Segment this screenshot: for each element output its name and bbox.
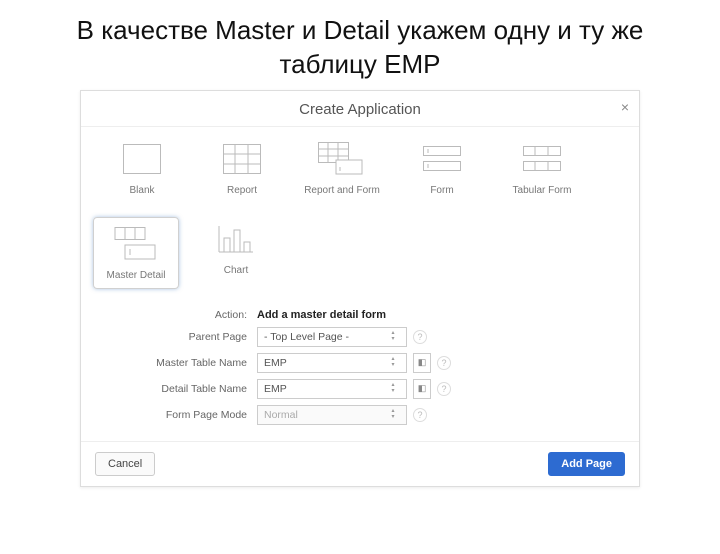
slide-title: В качестве Master и Detail укажем одну и… [30, 14, 690, 82]
row-parent-page: Parent Page - Top Level Page - ▴▾ ? [101, 327, 619, 347]
tile-label: Report and Form [299, 185, 385, 197]
stepper-icon: ▴▾ [386, 409, 400, 420]
create-application-dialog: Create Application × Blank Report Report… [80, 90, 640, 487]
tile-chart[interactable]: Chart [193, 217, 279, 289]
master-table-label: Master Table Name [101, 357, 251, 369]
tile-label: Tabular Form [499, 185, 585, 197]
tile-label: Master Detail [94, 270, 178, 282]
tile-tabular-form[interactable]: Tabular Form [499, 137, 585, 197]
form-page-mode-value: Normal [264, 406, 298, 424]
lov-button[interactable]: ◧ [413, 379, 431, 399]
form-area: Action: Add a master detail form Parent … [81, 295, 639, 442]
dialog-header: Create Application × [81, 91, 639, 127]
chart-icon [204, 217, 268, 261]
detail-table-label: Detail Table Name [101, 383, 251, 395]
help-icon[interactable]: ? [413, 408, 427, 422]
tile-label: Form [399, 185, 485, 197]
parent-page-select[interactable]: - Top Level Page - ▴▾ [257, 327, 407, 347]
help-icon[interactable]: ? [437, 356, 451, 370]
row-master-table: Master Table Name EMP ▴▾ ◧ ? [101, 353, 619, 373]
action-label: Action: [101, 309, 251, 321]
add-page-button[interactable]: Add Page [548, 452, 625, 476]
action-value: Add a master detail form [257, 309, 386, 321]
row-form-page-mode: Form Page Mode Normal ▴▾ ? [101, 405, 619, 425]
tile-label: Report [199, 185, 285, 197]
form-icon [410, 137, 474, 181]
page-type-tiles: Blank Report Report and Form Form Tabula… [81, 127, 639, 295]
report-form-icon [310, 137, 374, 181]
dialog-title: Create Application [299, 101, 421, 118]
stepper-icon: ▴▾ [386, 383, 400, 394]
tile-master-detail[interactable]: Master Detail [93, 217, 179, 289]
tile-label: Blank [99, 185, 185, 197]
close-icon[interactable]: × [621, 99, 629, 115]
tile-report[interactable]: Report [199, 137, 285, 197]
form-page-mode-select[interactable]: Normal ▴▾ [257, 405, 407, 425]
master-table-value: EMP [264, 354, 287, 372]
blank-icon [110, 137, 174, 181]
help-icon[interactable]: ? [437, 382, 451, 396]
detail-table-input[interactable]: EMP ▴▾ [257, 379, 407, 399]
stepper-icon: ▴▾ [386, 357, 400, 368]
row-detail-table: Detail Table Name EMP ▴▾ ◧ ? [101, 379, 619, 399]
tabular-form-icon [510, 137, 574, 181]
report-icon [210, 137, 274, 181]
tile-blank[interactable]: Blank [99, 137, 185, 197]
parent-page-label: Parent Page [101, 331, 251, 343]
detail-table-value: EMP [264, 380, 287, 398]
form-page-mode-label: Form Page Mode [101, 409, 251, 421]
tile-label: Chart [193, 265, 279, 277]
help-icon[interactable]: ? [413, 330, 427, 344]
parent-page-value: - Top Level Page - [264, 328, 349, 346]
cancel-button[interactable]: Cancel [95, 452, 155, 476]
lov-button[interactable]: ◧ [413, 353, 431, 373]
master-detail-icon [104, 222, 168, 266]
row-action: Action: Add a master detail form [101, 309, 619, 321]
tile-report-and-form[interactable]: Report and Form [299, 137, 385, 197]
tile-form[interactable]: Form [399, 137, 485, 197]
master-table-input[interactable]: EMP ▴▾ [257, 353, 407, 373]
dialog-footer: Cancel Add Page [81, 442, 639, 486]
stepper-icon: ▴▾ [386, 331, 400, 342]
